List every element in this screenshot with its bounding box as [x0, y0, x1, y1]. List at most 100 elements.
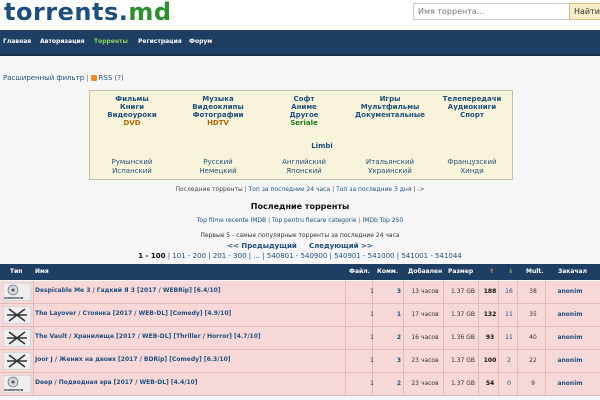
category-link[interactable]: Аниме: [262, 103, 346, 111]
category-link[interactable]: Аудиокниги: [430, 103, 514, 111]
table-row[interactable]: The Layover / Стоянка [2017 / WEB-DL] [C…: [0, 304, 600, 327]
column-header-files[interactable]: Файл.: [349, 268, 370, 275]
prev-page-link[interactable]: << Предыдущий: [227, 242, 297, 250]
cell-comments[interactable]: 2: [394, 380, 404, 387]
cell-comments[interactable]: 2: [394, 334, 404, 341]
torrent-name-link[interactable]: Deep / Подводная эра [2017 / WEB-DL] [4.…: [35, 379, 198, 386]
page-link[interactable]: 101 - 200: [172, 252, 206, 260]
language-column: Итальянский Украинский: [348, 158, 432, 176]
nav-item-login[interactable]: Авторизация: [40, 38, 85, 45]
more-link[interactable]: ->: [417, 186, 424, 193]
category-link[interactable]: Музыка: [176, 95, 260, 103]
category-link[interactable]: Мультфильмы: [348, 103, 432, 111]
column-header-name[interactable]: Имя: [35, 268, 49, 275]
site-logo[interactable]: torrents.md: [4, 0, 172, 26]
language-link[interactable]: Румынский: [90, 158, 174, 167]
column-divider: [517, 281, 518, 303]
cell-uploader[interactable]: anonim: [550, 334, 590, 341]
column-divider: [498, 281, 499, 303]
category-link[interactable]: Фильмы: [90, 95, 174, 103]
column-header-added[interactable]: Добавлен: [408, 268, 442, 275]
language-link[interactable]: Немецкий: [176, 167, 260, 176]
recent-torrents-link[interactable]: Последние торренты: [175, 186, 242, 193]
rss-link[interactable]: RSS (?): [99, 74, 124, 82]
column-divider: [545, 327, 546, 349]
cell-uploader[interactable]: anonim: [550, 311, 590, 318]
table-row[interactable]: The Vault / Хранилище [2017 / WEB-DL] [T…: [0, 327, 600, 350]
cell-comments[interactable]: 3: [394, 288, 404, 295]
column-header-uploader[interactable]: Закачал: [558, 268, 587, 275]
language-link[interactable]: Японский: [262, 167, 346, 176]
torrent-name-link[interactable]: Despicable Me 3 / Гадкий Я 3 [2017 / WEB…: [35, 287, 221, 294]
torrent-name-link[interactable]: Joor J / Жених на двоих [2017 / BDRip] […: [35, 356, 231, 363]
cell-leech: 2: [507, 357, 511, 364]
column-divider: [345, 373, 346, 395]
column-header-comments[interactable]: Комм.: [377, 268, 398, 275]
top-24h-link[interactable]: Топ за последние 24 часа: [249, 186, 331, 193]
page-link[interactable]: 201 - 300: [213, 252, 247, 260]
search-input[interactable]: [413, 3, 573, 20]
language-link[interactable]: Украинский: [348, 167, 432, 176]
language-link[interactable]: Русский: [176, 158, 260, 167]
nav-item-torrents[interactable]: Торренты: [94, 38, 128, 45]
category-link[interactable]: Seriale: [262, 119, 346, 127]
column-header-type[interactable]: Тип: [10, 268, 22, 275]
category-link[interactable]: Видеоклипы: [176, 103, 260, 111]
cell-uploader[interactable]: anonim: [550, 357, 590, 364]
category-link[interactable]: Книги: [90, 103, 174, 111]
language-column: Румынский Испанский: [90, 158, 174, 176]
category-link[interactable]: Фотографии: [176, 111, 260, 119]
top-3d-link[interactable]: Топ за последние 3 дня: [336, 186, 411, 193]
nav-item-home[interactable]: Главная: [3, 38, 31, 45]
search-button[interactable]: Найти: [569, 3, 600, 20]
cell-uploader[interactable]: anonim: [550, 380, 590, 387]
film-category-icon[interactable]: [2, 305, 32, 325]
page-link-current[interactable]: 1 - 100: [138, 252, 165, 260]
film-category-icon[interactable]: [2, 351, 32, 371]
next-page-link[interactable]: Следующий >>: [309, 242, 373, 250]
page-link[interactable]: 541001 - 541044: [401, 252, 461, 260]
category-link[interactable]: Видеоуроки: [90, 111, 174, 119]
page-link[interactable]: 540901 - 541000: [334, 252, 394, 260]
column-header-size[interactable]: Размер: [448, 268, 473, 275]
table-row[interactable]: ANIMATION Despicable Me 3 / Гадкий Я 3 [2…: [0, 281, 600, 304]
cell-comments[interactable]: 1: [394, 311, 404, 318]
category-link[interactable]: Софт: [262, 95, 346, 103]
table-row[interactable]: ANIMATION Deep / Подводная эра [2017 / WE…: [0, 373, 600, 396]
cell-size: 1.37 GB: [450, 357, 476, 364]
torrent-name-link[interactable]: The Layover / Стоянка [2017 / WEB-DL] [C…: [35, 310, 231, 317]
film-category-icon[interactable]: [2, 328, 32, 348]
category-link[interactable]: Игры: [348, 95, 432, 103]
top-category-link[interactable]: Top pentru fiecare categorie: [272, 217, 357, 224]
category-link[interactable]: Другое: [262, 111, 346, 119]
imdb-top250-link[interactable]: IMDb Top 250: [362, 217, 403, 224]
cell-leech: 11: [505, 311, 513, 318]
cell-uploader[interactable]: anonim: [550, 288, 590, 295]
table-row[interactable]: Joor J / Жених на двоих [2017 / BDRip] […: [0, 350, 600, 373]
top-imdb-link[interactable]: Top filme recente IMDB: [197, 217, 266, 224]
page-link[interactable]: 540801 - 540900: [267, 252, 327, 260]
rss-icon[interactable]: [90, 75, 97, 81]
nav-item-forum[interactable]: Форум: [189, 38, 212, 45]
category-link[interactable]: DVD: [90, 119, 174, 127]
cell-files: 1: [370, 288, 374, 295]
column-header-leechers[interactable]: ⇓: [508, 268, 513, 275]
cell-comments[interactable]: 3: [394, 357, 404, 364]
language-link[interactable]: Хинди: [430, 167, 514, 176]
column-divider: [517, 304, 518, 326]
pagination: 1 - 100 | 101 - 200 | 201 - 300 | ... | …: [138, 252, 462, 260]
advanced-filter-link[interactable]: Расширенный фильтр: [3, 74, 84, 82]
language-link[interactable]: Английский: [262, 158, 346, 167]
column-header-seeders[interactable]: ⇑: [489, 268, 494, 275]
torrent-name-link[interactable]: The Vault / Хранилище [2017 / WEB-DL] [T…: [35, 333, 261, 340]
language-link[interactable]: Итальянский: [348, 158, 432, 167]
column-header-mult[interactable]: Mult.: [526, 268, 543, 275]
category-link[interactable]: HDTV: [176, 119, 260, 127]
nav-item-register[interactable]: Регистрация: [138, 38, 182, 45]
language-link[interactable]: Испанский: [90, 167, 174, 176]
category-link[interactable]: Документальные: [348, 111, 432, 119]
category-link[interactable]: Телепередачи: [430, 95, 514, 103]
category-link[interactable]: Спорт: [430, 111, 514, 119]
column-divider: [478, 281, 479, 303]
language-link[interactable]: Французский: [430, 158, 514, 167]
